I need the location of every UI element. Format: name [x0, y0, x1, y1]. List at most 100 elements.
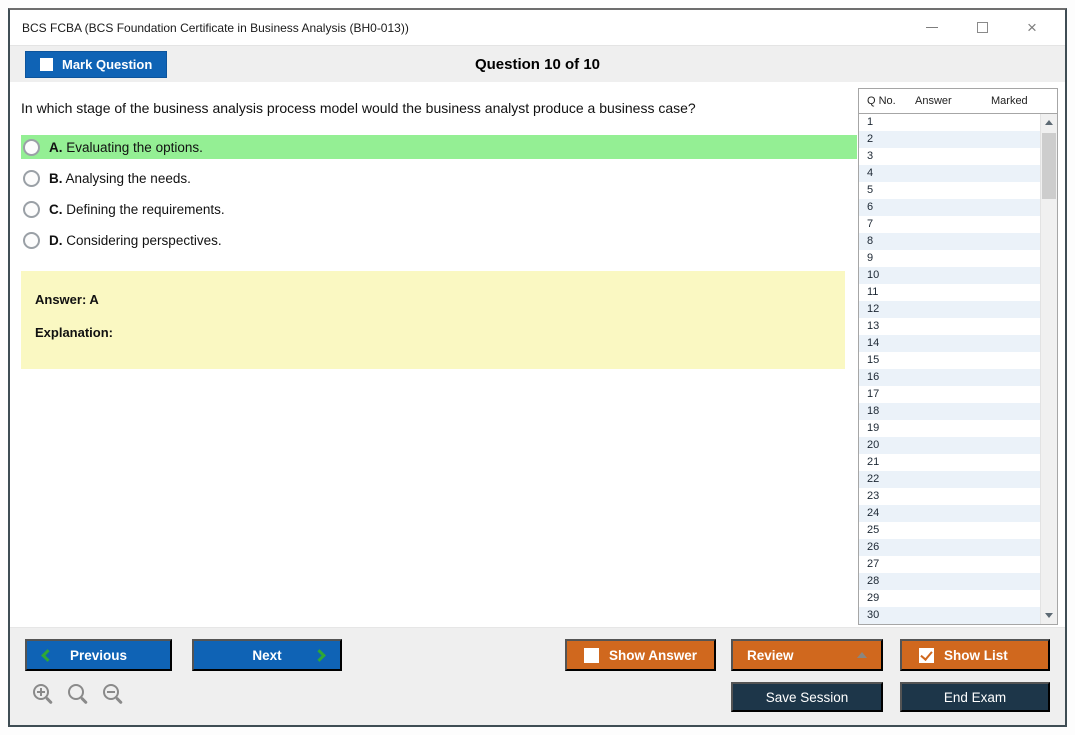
question-counter: Question 10 of 10: [10, 56, 1065, 73]
column-answer: Answer: [915, 95, 991, 107]
question-list-row[interactable]: 22: [859, 471, 1040, 488]
end-exam-label: End Exam: [944, 690, 1006, 705]
zoom-in-icon[interactable]: [33, 684, 55, 706]
chevron-right-icon: [313, 649, 326, 662]
option-b[interactable]: B. Analysing the needs.: [21, 166, 857, 190]
mark-question-button[interactable]: Mark Question: [25, 51, 167, 78]
question-list-header: Q No. Answer Marked: [859, 89, 1057, 114]
option-text: Analysing the needs.: [63, 171, 191, 186]
show-answer-button[interactable]: Show Answer: [565, 639, 716, 671]
zoom-controls: [33, 684, 125, 706]
review-label: Review: [747, 648, 794, 663]
question-list-row[interactable]: 26: [859, 539, 1040, 556]
app-window: BCS FCBA (BCS Foundation Certificate in …: [8, 8, 1067, 727]
question-rows: 1234567891011121314151617181920212223242…: [859, 114, 1040, 624]
mark-question-label: Mark Question: [62, 57, 152, 72]
title-bar: BCS FCBA (BCS Foundation Certificate in …: [10, 10, 1065, 46]
question-list-row[interactable]: 28: [859, 573, 1040, 590]
option-c[interactable]: C. Defining the requirements.: [21, 197, 857, 221]
question-list-row[interactable]: 9: [859, 250, 1040, 267]
triangle-up-icon: [857, 652, 867, 658]
question-list-row[interactable]: 8: [859, 233, 1040, 250]
question-list-row[interactable]: 29: [859, 590, 1040, 607]
radio-icon[interactable]: [23, 139, 40, 156]
save-session-label: Save Session: [766, 690, 849, 705]
question-list-row[interactable]: 16: [859, 369, 1040, 386]
question-list-row[interactable]: 24: [859, 505, 1040, 522]
question-list-row[interactable]: 3: [859, 148, 1040, 165]
show-answer-checkbox-icon[interactable]: [584, 648, 599, 663]
column-qno: Q No.: [859, 95, 915, 107]
question-list-row[interactable]: 13: [859, 318, 1040, 335]
show-answer-label: Show Answer: [609, 648, 697, 663]
question-list-row[interactable]: 25: [859, 522, 1040, 539]
question-list-row[interactable]: 1: [859, 114, 1040, 131]
minimize-icon[interactable]: [925, 21, 939, 35]
scrollbar-thumb[interactable]: [1042, 133, 1056, 199]
close-icon[interactable]: ×: [1025, 21, 1039, 35]
options-list: A. Evaluating the options. B. Analysing t…: [21, 135, 858, 252]
radio-icon[interactable]: [23, 170, 40, 187]
question-list-row[interactable]: 19: [859, 420, 1040, 437]
answer-label: Answer: A: [35, 292, 845, 307]
question-list-row[interactable]: 5: [859, 182, 1040, 199]
question-list-row[interactable]: 11: [859, 284, 1040, 301]
question-list-row[interactable]: 12: [859, 301, 1040, 318]
question-list-row[interactable]: 21: [859, 454, 1040, 471]
question-list-row[interactable]: 7: [859, 216, 1040, 233]
option-letter: A.: [49, 140, 63, 155]
mark-question-checkbox-icon[interactable]: [40, 58, 53, 71]
scrollbar[interactable]: [1040, 114, 1057, 624]
question-list-table: Q No. Answer Marked 12345678910111213141…: [858, 88, 1058, 625]
question-list-body: 1234567891011121314151617181920212223242…: [859, 114, 1057, 624]
previous-label: Previous: [70, 648, 127, 663]
question-list-row[interactable]: 2: [859, 131, 1040, 148]
zoom-out-icon[interactable]: [103, 684, 125, 706]
scroll-down-icon[interactable]: [1045, 613, 1053, 618]
option-a[interactable]: A. Evaluating the options.: [21, 135, 857, 159]
option-text: Defining the requirements.: [63, 202, 225, 217]
end-exam-button[interactable]: End Exam: [900, 682, 1050, 712]
scroll-up-icon[interactable]: [1045, 120, 1053, 125]
question-text: In which stage of the business analysis …: [21, 100, 858, 116]
desktop-background: BCS FCBA (BCS Foundation Certificate in …: [0, 0, 1075, 735]
radio-icon[interactable]: [23, 232, 40, 249]
question-list-row[interactable]: 18: [859, 403, 1040, 420]
next-button[interactable]: Next: [192, 639, 342, 671]
question-list-row[interactable]: 14: [859, 335, 1040, 352]
main-content: In which stage of the business analysis …: [10, 82, 1065, 627]
question-list-sidebar: Q No. Answer Marked 12345678910111213141…: [858, 88, 1058, 627]
question-list-row[interactable]: 20: [859, 437, 1040, 454]
column-marked: Marked: [991, 95, 1028, 107]
option-letter: B.: [49, 171, 63, 186]
option-letter: D.: [49, 233, 63, 248]
question-list-row[interactable]: 23: [859, 488, 1040, 505]
chevron-left-icon: [41, 649, 54, 662]
show-list-label: Show List: [944, 648, 1008, 663]
question-list-row[interactable]: 4: [859, 165, 1040, 182]
maximize-icon[interactable]: [975, 21, 989, 35]
save-session-button[interactable]: Save Session: [731, 682, 883, 712]
window-controls: ×: [925, 21, 1053, 35]
option-d[interactable]: D. Considering perspectives.: [21, 228, 857, 252]
option-text: Considering perspectives.: [63, 233, 222, 248]
question-list-row[interactable]: 17: [859, 386, 1040, 403]
radio-icon[interactable]: [23, 201, 40, 218]
answer-box: Answer: A Explanation:: [21, 271, 845, 369]
option-letter: C.: [49, 202, 63, 217]
question-list-row[interactable]: 10: [859, 267, 1040, 284]
review-button[interactable]: Review: [731, 639, 883, 671]
question-list-row[interactable]: 27: [859, 556, 1040, 573]
question-list-row[interactable]: 15: [859, 352, 1040, 369]
option-text: Evaluating the options.: [63, 140, 203, 155]
show-list-button[interactable]: Show List: [900, 639, 1050, 671]
question-pane: In which stage of the business analysis …: [10, 82, 858, 627]
previous-button[interactable]: Previous: [25, 639, 172, 671]
explanation-label: Explanation:: [35, 325, 845, 340]
question-list-row[interactable]: 30: [859, 607, 1040, 624]
show-list-checkbox-icon[interactable]: [919, 648, 934, 663]
question-header-bar: Mark Question Question 10 of 10: [10, 46, 1065, 82]
question-list-row[interactable]: 6: [859, 199, 1040, 216]
next-label: Next: [252, 648, 281, 663]
zoom-reset-icon[interactable]: [68, 684, 90, 706]
